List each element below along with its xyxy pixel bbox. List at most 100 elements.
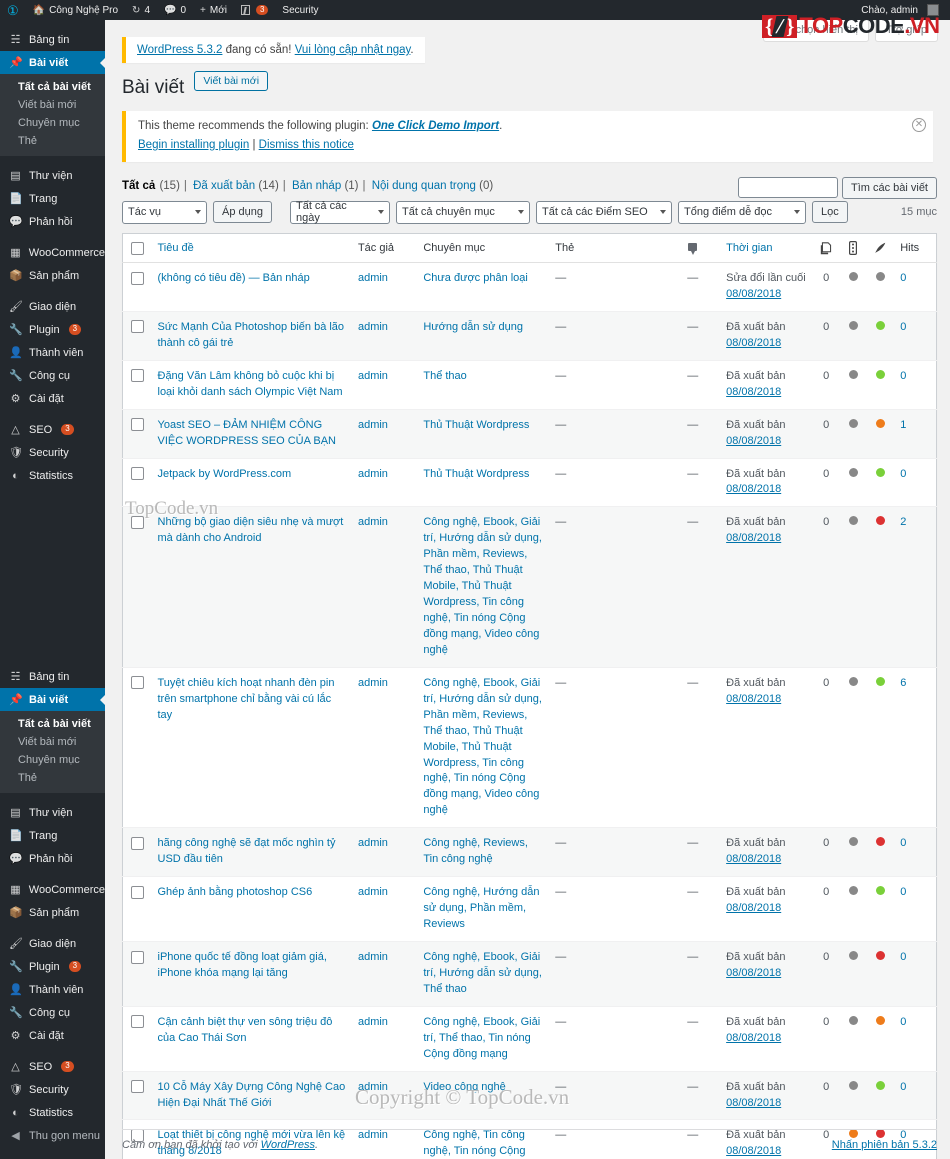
post-author-link[interactable]: admin <box>358 1081 388 1093</box>
sidebar-item-posts-2[interactable]: 📌 Bài viết <box>0 688 105 711</box>
post-categories-link[interactable]: Công nghệ, Hướng dẫn sử dụng, Phần mềm, … <box>423 886 539 930</box>
readability-filter-select[interactable]: Tổng điểm dễ đọc <box>677 200 806 224</box>
row-checkbox[interactable] <box>131 950 144 964</box>
post-hits-value[interactable]: 0 <box>900 272 906 284</box>
post-title-link[interactable]: (không có tiêu đề) — Bản nháp <box>158 272 310 284</box>
new-content-menu[interactable]: + Mới <box>193 0 234 20</box>
post-author-link[interactable]: admin <box>358 1016 388 1028</box>
seo-score-dot[interactable] <box>848 272 858 281</box>
sidebar-item-statistics-2[interactable]: ◐ Statistics <box>0 1101 105 1124</box>
row-checkbox[interactable] <box>131 885 144 899</box>
seo-score-dot[interactable] <box>848 950 858 960</box>
search-submit-button[interactable]: Tìm các bài viết <box>841 177 937 199</box>
seo-score-dot[interactable] <box>848 837 858 847</box>
readability-dot[interactable] <box>875 1080 885 1090</box>
duplicate-post-icon[interactable] <box>820 241 833 255</box>
category-filter-select[interactable]: Tất cả chuyên mục <box>395 200 530 224</box>
sidebar-item-pages-2[interactable]: 📄 Trang <box>0 824 105 847</box>
post-hits-value[interactable]: 0 <box>900 837 906 849</box>
post-hits-value[interactable]: 0 <box>900 951 906 963</box>
row-checkbox[interactable] <box>131 1015 144 1029</box>
seo-score-dot[interactable] <box>848 516 858 526</box>
filter-all-label[interactable]: Tất cả <box>122 180 155 192</box>
search-input[interactable] <box>737 177 838 198</box>
post-title-link[interactable]: Sức Mạnh Của Photoshop biến bà lão thành… <box>158 321 345 349</box>
seo-score-dot[interactable] <box>848 467 858 477</box>
row-duplicate-cell[interactable]: 0 <box>812 876 840 942</box>
row-checkbox[interactable] <box>131 1080 144 1094</box>
post-title-link[interactable]: Jetpack by WordPress.com <box>158 468 292 480</box>
wordpress-link[interactable]: WordPress <box>261 1139 315 1151</box>
sidebar-item-posts[interactable]: 📌 Bài viết <box>0 51 105 74</box>
seo-score-dot[interactable] <box>848 1015 858 1025</box>
post-categories-link[interactable]: Chưa được phân loại <box>423 272 528 284</box>
row-duplicate-cell[interactable]: 0 <box>812 1070 840 1120</box>
collapse-menu-button[interactable]: ◀ Thu gọn menu <box>0 1124 105 1147</box>
comments-menu[interactable]: 💬 0 <box>157 0 193 20</box>
sidebar-item-products[interactable]: 📦 Sản phẩm <box>0 264 105 287</box>
submenu-item-tags-2[interactable]: Thẻ <box>0 769 105 787</box>
sidebar-item-dashboard-2[interactable]: ☵ Bảng tin <box>0 665 105 688</box>
row-checkbox[interactable] <box>131 467 144 481</box>
row-duplicate-cell[interactable]: 0 <box>812 1005 840 1072</box>
submenu-item-all-posts[interactable]: Tất cả bài viết <box>0 78 105 96</box>
plugin-name-link[interactable]: One Click Demo Import <box>372 120 499 132</box>
bulk-action-select[interactable]: Tác vụ <box>122 200 207 224</box>
readability-dot[interactable] <box>875 418 885 428</box>
security-menu[interactable]: Security <box>275 0 325 20</box>
post-author-link[interactable]: admin <box>358 951 388 963</box>
row-duplicate-cell[interactable]: 0 <box>812 457 840 507</box>
post-author-link[interactable]: admin <box>358 419 388 431</box>
post-author-link[interactable]: admin <box>358 272 388 284</box>
post-author-link[interactable]: admin <box>358 370 388 382</box>
readability-dot[interactable] <box>875 886 885 896</box>
row-checkbox[interactable] <box>131 418 144 432</box>
post-hits-value[interactable]: 0 <box>900 1081 906 1093</box>
row-checkbox[interactable] <box>131 836 144 850</box>
column-date-link[interactable]: Thời gian <box>726 242 772 254</box>
post-author-link[interactable]: admin <box>358 677 388 689</box>
submenu-item-all-posts-2[interactable]: Tất cả bài viết <box>0 715 105 733</box>
row-duplicate-cell[interactable]: 0 <box>812 310 840 361</box>
sidebar-item-tools-2[interactable]: 🔧 Công cụ <box>0 1001 105 1024</box>
readability-dot[interactable] <box>875 272 885 281</box>
seo-score-dot[interactable] <box>848 418 858 428</box>
post-title-link[interactable]: iPhone quốc tế đồng loạt giảm giá, iPhon… <box>158 951 327 979</box>
row-duplicate-cell[interactable]: 0 <box>812 940 840 1007</box>
sidebar-item-appearance[interactable]: 🖌 Giao diện <box>0 295 105 318</box>
seo-score-dot[interactable] <box>848 1080 858 1090</box>
post-categories-link[interactable]: Công nghệ, Ebook, Giải trí, Thể thao, Ti… <box>423 1016 540 1060</box>
post-author-link[interactable]: admin <box>358 837 388 849</box>
row-duplicate-cell[interactable]: 0 <box>812 827 840 877</box>
submenu-item-tags[interactable]: Thẻ <box>0 132 105 150</box>
sidebar-item-users[interactable]: 👤 Thành viên <box>0 341 105 364</box>
sidebar-item-security[interactable]: 🛡 Security <box>0 441 105 464</box>
sidebar-item-media-2[interactable]: ▤ Thư viện <box>0 801 105 824</box>
column-title-link[interactable]: Tiêu đề <box>158 242 194 254</box>
seo-score-dot[interactable] <box>848 676 858 686</box>
seo-menu[interactable]: 3 <box>234 0 275 20</box>
row-checkbox[interactable] <box>131 271 144 285</box>
readability-dot[interactable] <box>875 516 885 526</box>
select-all-checkbox[interactable] <box>131 241 144 255</box>
sidebar-item-appearance-2[interactable]: 🖌 Giao diện <box>0 932 105 955</box>
readability-dot[interactable] <box>875 837 885 847</box>
post-hits-value[interactable]: 2 <box>900 516 906 528</box>
dismiss-notice-link[interactable]: Dismiss this notice <box>259 139 354 151</box>
seo-score-dot[interactable] <box>848 886 858 896</box>
wordpress-version-link[interactable]: WordPress 5.3.2 <box>137 44 222 56</box>
post-hits-value[interactable]: 1 <box>900 419 906 431</box>
post-categories-link[interactable]: Công nghệ, Ebook, Giải trí, Hướng dẫn sử… <box>423 677 542 817</box>
post-hits-value[interactable]: 6 <box>900 677 906 689</box>
sidebar-item-statistics[interactable]: ◐ Statistics <box>0 464 105 487</box>
post-categories-link[interactable]: Video công nghệ <box>423 1081 505 1093</box>
post-title-link[interactable]: Đặng Văn Lâm không bỏ cuộc khi bị loại k… <box>158 370 343 398</box>
update-now-link[interactable]: Vui lòng cập nhật ngay <box>295 44 411 56</box>
row-duplicate-cell[interactable]: 0 <box>812 506 840 668</box>
seo-score-icon[interactable] <box>849 241 858 255</box>
post-title-link[interactable]: hãng công nghệ sẽ đạt mốc nghìn tỷ USD đ… <box>158 837 336 865</box>
row-duplicate-cell[interactable]: 0 <box>812 262 840 312</box>
post-categories-link[interactable]: Thể thao <box>423 370 466 382</box>
post-title-link[interactable]: Những bộ giao diện siêu nhẹ và mượt mà d… <box>158 516 344 544</box>
post-hits-value[interactable]: 0 <box>900 468 906 480</box>
